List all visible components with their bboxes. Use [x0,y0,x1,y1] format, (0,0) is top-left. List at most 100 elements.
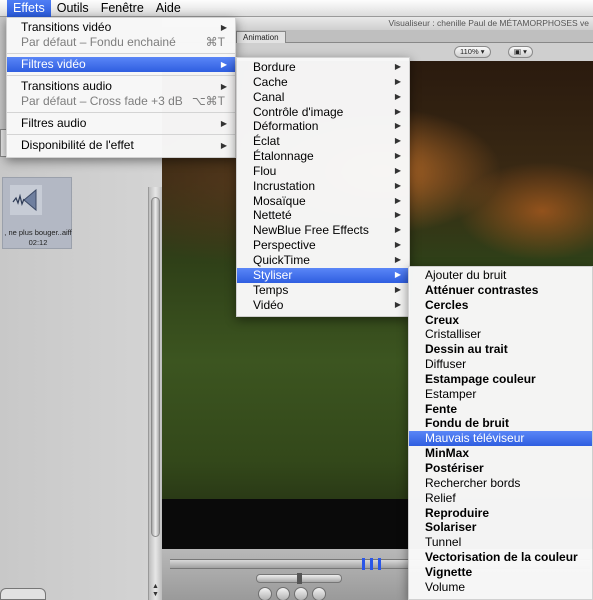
filter-item-cristalliser[interactable]: Cristalliser [409,327,592,342]
filter-item-label: Creux [425,312,460,327]
submenu-item-styliser[interactable]: Styliser ▶ [237,267,409,283]
menu-separator [7,112,235,113]
filter-item-mauvais-televiseur[interactable]: Mauvais téléviseur [409,431,592,447]
audio-clip[interactable]: , ne plus bouger..aiff 02:12 [2,177,72,249]
tab-animation[interactable]: Animation [236,31,286,43]
menu-item-transitions-audio[interactable]: Transitions audio ▶ [7,79,235,94]
submenu-item-eclat[interactable]: Éclat ▶ [237,134,409,149]
submenu-item-newblue-free-effects[interactable]: NewBlue Free Effects ▶ [237,223,409,238]
filter-item-label: Estamper [425,386,477,401]
submenu-item-video[interactable]: Vidéo ▶ [237,298,409,313]
submenu-arrow-icon: ▶ [394,151,401,161]
styliser-submenu: Ajouter du bruit Atténuer contrastes Cercl… [408,266,593,600]
filter-item-label: Dessin au trait [425,342,508,357]
filter-item-fente[interactable]: Fente [409,402,592,417]
browser-scrollbar[interactable]: ▲ ▼ [148,187,162,600]
menu-item-label: Transitions vidéo [21,20,112,34]
filter-item-label: Fondu de bruit [425,416,509,431]
menu-item-filtres-audio[interactable]: Filtres audio ▶ [7,116,235,131]
menu-item-par-defaut-fondu-enchaine[interactable]: Par défaut – Fondu enchainé ⌘T [7,35,235,50]
submenu-item-label: Incrustation [253,178,316,193]
submenu-item-bordure[interactable]: Bordure ▶ [237,60,409,75]
submenu-item-temps[interactable]: Temps ▶ [237,283,409,298]
filter-item-estamper[interactable]: Estamper [409,387,592,402]
filter-item-dessin-au-trait[interactable]: Dessin au trait [409,342,592,357]
menubar-outils[interactable]: Outils [51,0,95,17]
filter-item-volume[interactable]: Volume [409,580,592,595]
filter-item-solariser[interactable]: Solariser [409,520,592,535]
shortcut-label: ⌘T [205,35,225,49]
submenu-item-label: Canal [253,89,285,104]
transport-button-1[interactable] [258,587,272,600]
menu-item-disponibilite-de-l-effet[interactable]: Disponibilité de l'effet ▶ [7,138,235,153]
transport-button-3[interactable] [294,587,308,600]
zoom-value: 110% [460,47,479,56]
filter-item-label: Cristalliser [425,327,482,342]
menubar-aide[interactable]: Aide [150,0,187,17]
submenu-item-deformation[interactable]: Déformation ▶ [237,119,409,134]
filter-item-diffuser[interactable]: Diffuser [409,357,592,372]
filter-item-label: Relief [425,490,456,505]
submenu-item-nettete[interactable]: Netteté ▶ [237,208,409,223]
submenu-item-label: NewBlue Free Effects [253,223,369,238]
in-point-marker[interactable] [362,558,365,570]
submenu-item-canal[interactable]: Canal ▶ [237,90,409,105]
filter-item-relief[interactable]: Relief [409,491,592,506]
filter-item-ajouter-du-bruit[interactable]: Ajouter du bruit [409,268,592,283]
filter-item-creux[interactable]: Creux [409,313,592,328]
filter-item-posteriser[interactable]: Postériser [409,461,592,476]
menubar-effets[interactable]: Effets [7,0,51,17]
submenu-item-etalonnage[interactable]: Étalonnage ▶ [237,149,409,164]
filter-item-fondu-de-bruit[interactable]: Fondu de bruit [409,416,592,431]
transport-button-2[interactable] [276,587,290,600]
scroll-up-arrow-icon[interactable]: ▲ [151,583,160,590]
submenu-item-label: Temps [253,282,289,297]
transport-button-4[interactable] [312,587,326,600]
filter-item-estampage-couleur[interactable]: Estampage couleur [409,372,592,387]
menu-item-par-defaut-cross-fade-3-db[interactable]: Par défaut – Cross fade +3 dB ⌥⌘T [7,94,235,109]
view-options-popup[interactable]: ▣ ▾ [508,46,533,58]
submenu-arrow-icon: ▶ [394,299,401,309]
filter-item-label: Rechercher bords [425,475,521,490]
submenu-item-controle-d-image[interactable]: Contrôle d'image ▶ [237,105,409,120]
menu-item-filtres-video[interactable]: Filtres vidéo ▶ [7,57,235,72]
menu-bar: Effets Outils Fenêtre Aide [0,0,593,17]
filter-item-minmax[interactable]: MinMax [409,446,592,461]
submenu-item-flou[interactable]: Flou ▶ [237,164,409,179]
filter-item-attenuer-contrastes[interactable]: Atténuer contrastes [409,283,592,298]
menu-item-label: Par défaut – Fondu enchainé [21,35,176,49]
submenu-item-mosaique[interactable]: Mosaïque ▶ [237,194,409,209]
submenu-item-label: Mosaïque [253,193,306,208]
filter-item-label: Volume [425,579,466,594]
menu-item-label: Transitions audio [21,79,112,93]
filter-item-label: Vectorisation de la couleur [425,550,578,565]
filter-item-label: Reproduire [425,505,490,520]
filter-item-tunnel[interactable]: Tunnel [409,535,592,550]
filter-item-vectorisation-de-la-couleur[interactable]: Vectorisation de la couleur [409,550,592,565]
scroll-down-arrow-icon[interactable]: ▼ [151,591,160,598]
menu-item-label: Disponibilité de l'effet [21,138,134,152]
bottom-left-tab[interactable] [0,588,46,600]
scrollbar-thumb[interactable] [151,197,160,537]
submenu-item-label: Contrôle d'image [253,104,344,119]
submenu-item-perspective[interactable]: Perspective ▶ [237,238,409,253]
shuttle-knob[interactable] [297,573,302,584]
zoom-popup[interactable]: 110% ▾ [454,46,491,58]
menu-item-label: Filtres vidéo [21,57,86,71]
shuttle-control[interactable] [256,573,342,584]
submenu-item-incrustation[interactable]: Incrustation ▶ [237,179,409,194]
shortcut-label: ⌥⌘T [191,94,225,108]
filter-item-rechercher-bords[interactable]: Rechercher bords [409,476,592,491]
audio-clip-name: , ne plus bouger..aiff [4,228,72,237]
submenu-item-cache[interactable]: Cache ▶ [237,75,409,90]
menubar-fenetre[interactable]: Fenêtre [95,0,150,17]
submenu-item-quicktime[interactable]: QuickTime ▶ [237,253,409,268]
submenu-arrow-icon: ▶ [394,269,401,279]
filter-item-reproduire[interactable]: Reproduire [409,506,592,521]
filter-item-cercles[interactable]: Cercles [409,298,592,313]
menu-item-transitions-video[interactable]: Transitions vidéo ▶ [7,20,235,35]
out-point-marker[interactable] [378,558,381,570]
playhead-marker[interactable] [370,558,373,570]
filter-item-vignette[interactable]: Vignette [409,565,592,580]
submenu-arrow-icon: ▶ [220,82,227,91]
